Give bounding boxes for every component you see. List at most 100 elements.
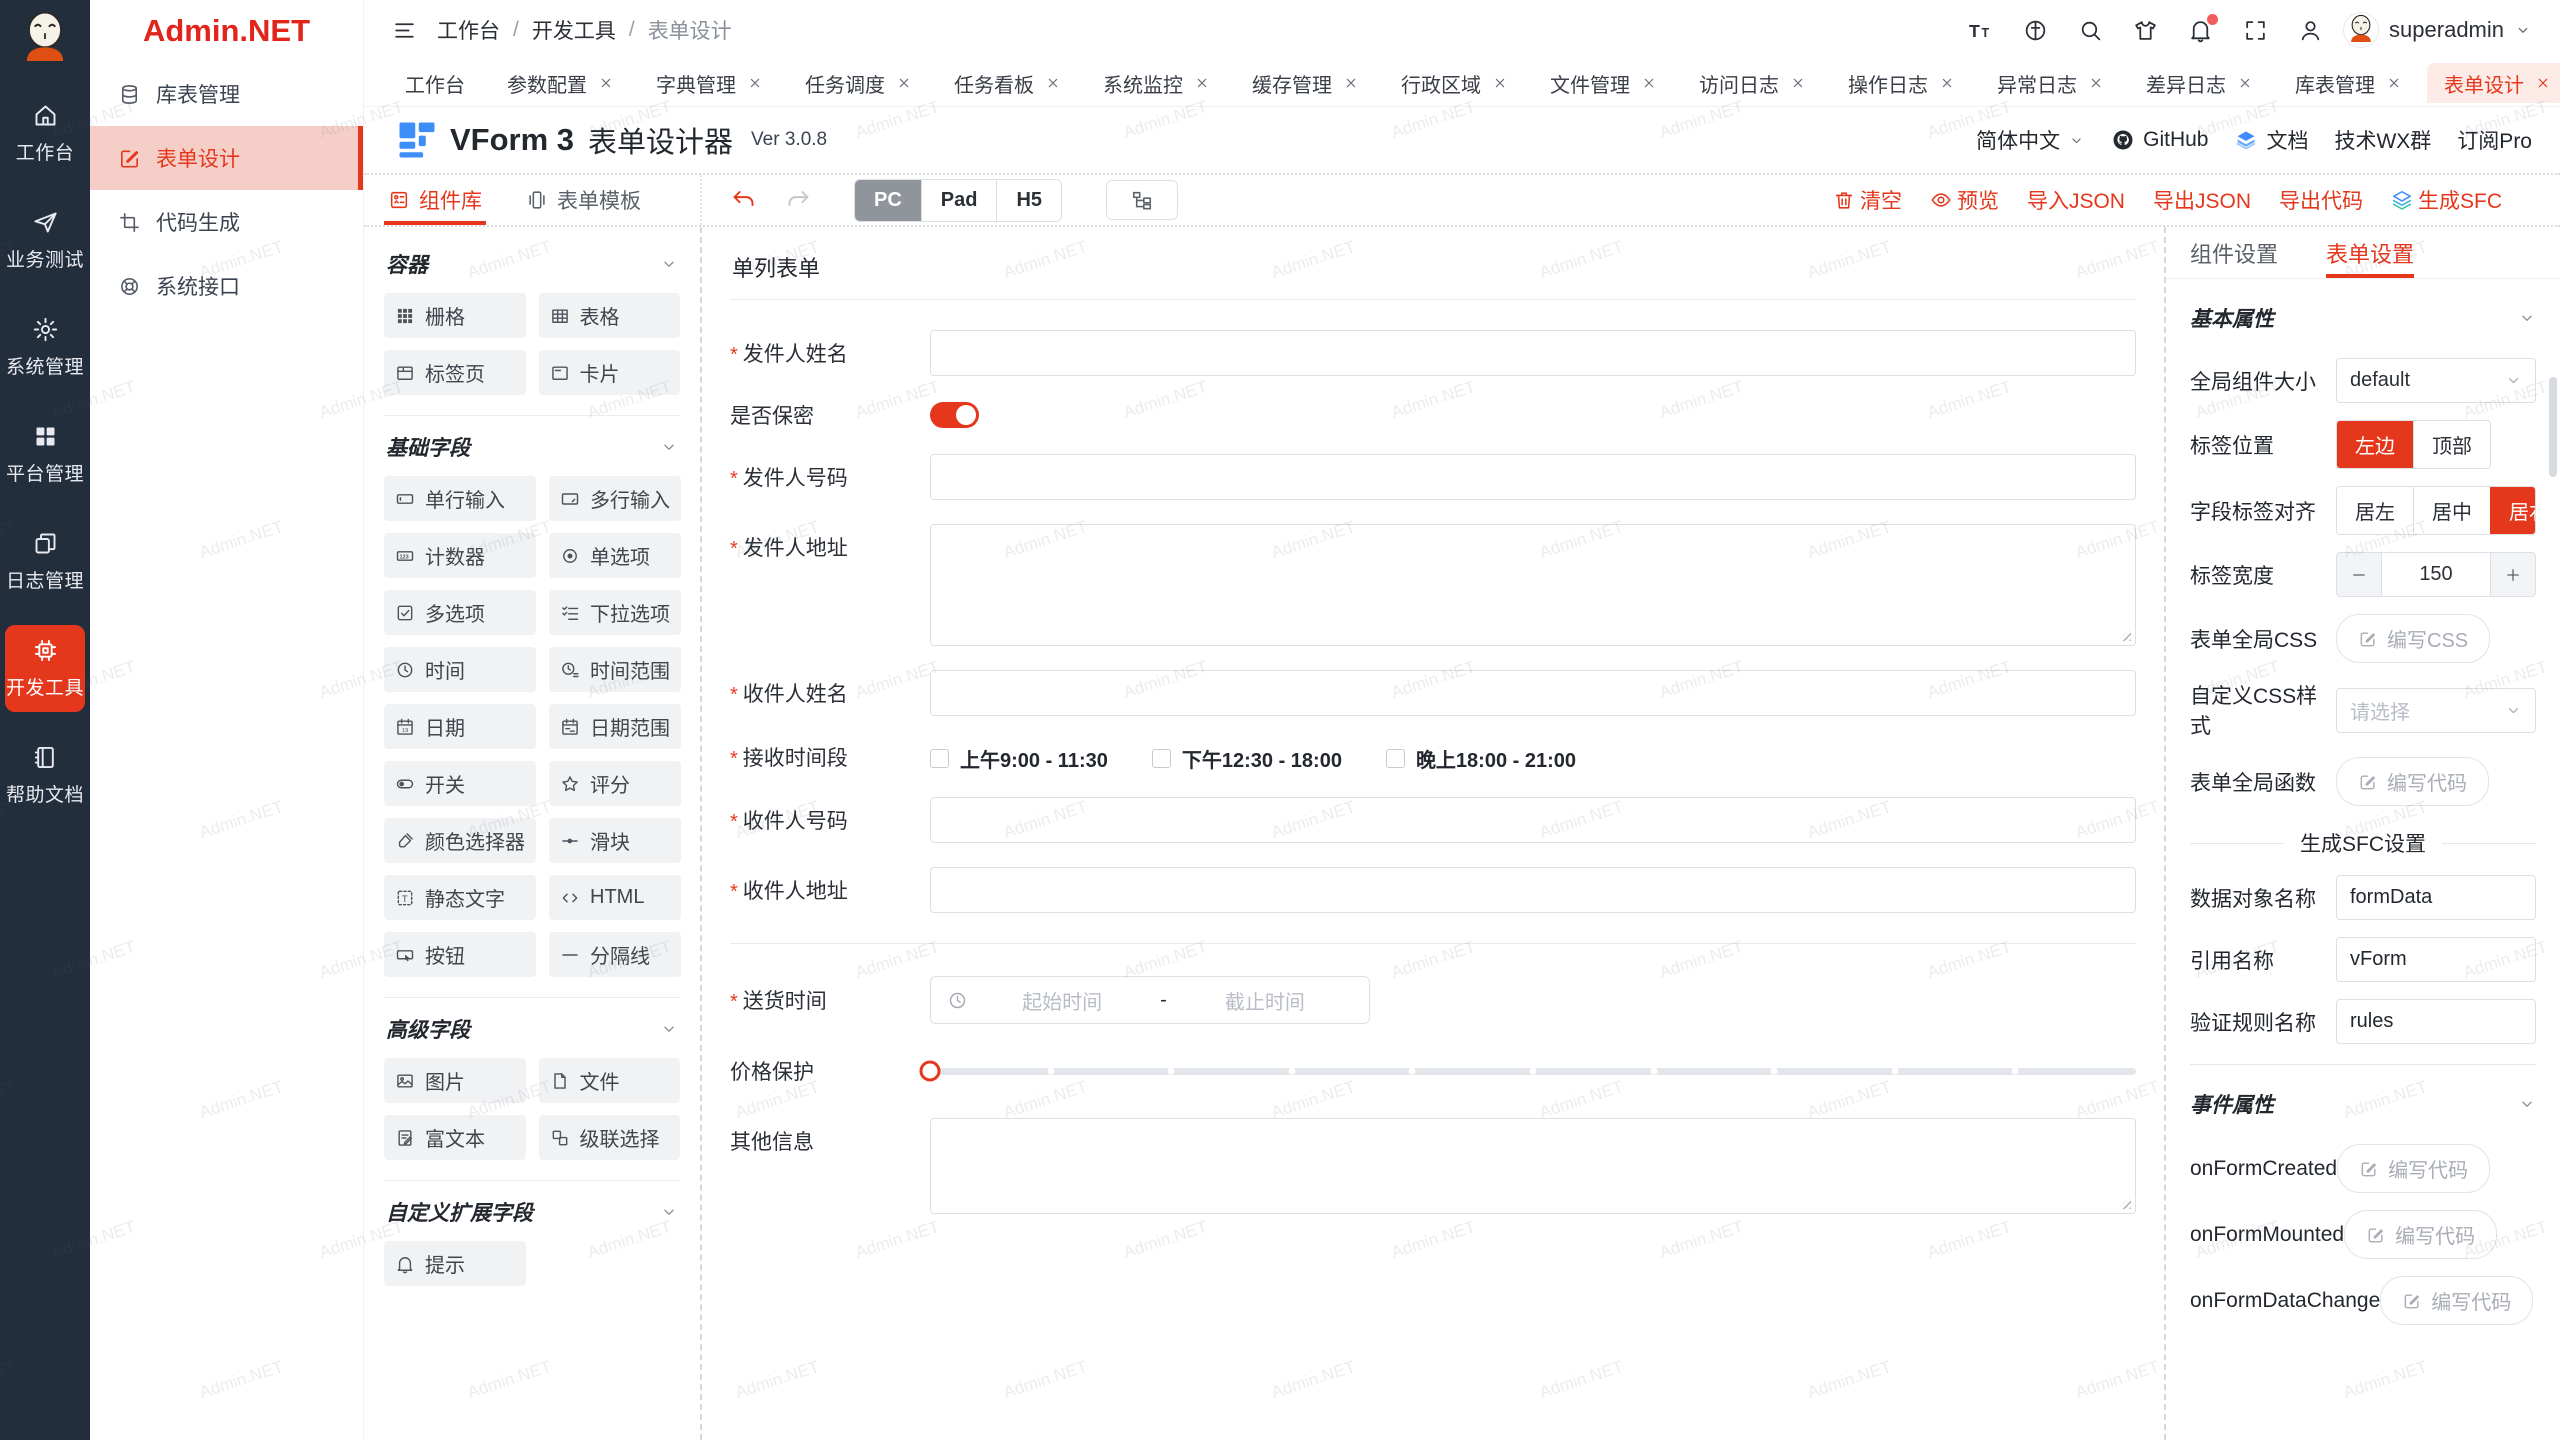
checkbox-morning[interactable]: 上午9:00 - 11:30 [930, 744, 1108, 773]
fullscreen-icon[interactable] [2243, 18, 2268, 43]
field-sender-addr[interactable]: *发件人地址 [730, 524, 2136, 646]
settings-scrollbar[interactable] [2549, 377, 2557, 477]
theme-icon[interactable] [2133, 18, 2158, 43]
section-event-props[interactable]: 事件属性 [2190, 1069, 2536, 1127]
sender-phone-input[interactable] [930, 454, 2136, 500]
receiver-addr-input[interactable] [930, 867, 2136, 913]
breadcrumb-item[interactable]: 工作台 [437, 15, 500, 45]
widget-文件[interactable]: 文件 [539, 1058, 681, 1103]
widget-HTML[interactable]: HTML [549, 875, 681, 920]
sfc-input[interactable]: vForm [2336, 937, 2536, 982]
widget-图片[interactable]: 图片 [384, 1058, 526, 1103]
settings-tab-widget[interactable]: 组件设置 [2190, 227, 2278, 278]
sidebar-item-code-gen[interactable]: 代码生成 [90, 190, 363, 254]
close-icon[interactable] [1045, 75, 1061, 91]
export-code-button[interactable]: 导出代码 [2279, 185, 2363, 215]
widget-表格[interactable]: 表格 [539, 293, 681, 338]
segment-option[interactable]: 居中 [2413, 487, 2490, 534]
slider-handle[interactable] [920, 1061, 941, 1082]
edit-code-button[interactable]: 编写代码 [2337, 1144, 2490, 1193]
close-icon[interactable] [1641, 75, 1657, 91]
page-tab[interactable]: 异常日志 [1980, 63, 2121, 103]
page-tab[interactable]: 表单设计 [2427, 63, 2560, 103]
widget-单行输入[interactable]: 单行输入 [384, 476, 536, 521]
rail-item-system-mgmt[interactable]: 系统管理 [5, 304, 85, 391]
edit-code-button[interactable]: 编写代码 [2336, 757, 2489, 806]
widget-多选项[interactable]: 多选项 [384, 590, 536, 635]
field-receiver-addr[interactable]: *收件人地址 [730, 867, 2136, 913]
field-secret[interactable]: 是否保密 [730, 400, 2136, 430]
breadcrumb-item[interactable]: 表单设计 [648, 15, 732, 45]
checkbox-evening[interactable]: 晚上18:00 - 21:00 [1386, 744, 1576, 773]
wx-group-link[interactable]: 技术WX群 [2334, 125, 2431, 155]
device-h5-button[interactable]: H5 [996, 180, 1061, 221]
decrease-button[interactable] [2337, 553, 2381, 596]
close-icon[interactable] [1343, 75, 1359, 91]
close-icon[interactable] [2535, 75, 2551, 91]
page-tab[interactable]: 缓存管理 [1235, 63, 1376, 103]
field-receiver-name[interactable]: *收件人姓名 [730, 670, 2136, 716]
widget-提示[interactable]: 提示 [384, 1241, 526, 1286]
app-logo[interactable] [14, 8, 76, 70]
language-icon[interactable] [2023, 18, 2048, 43]
page-tab[interactable]: 任务调度 [788, 63, 929, 103]
widget-标签页[interactable]: 标签页 [384, 350, 526, 395]
field-sender-phone[interactable]: *发件人号码 [730, 454, 2136, 500]
breadcrumb-item[interactable]: 开发工具 [532, 15, 616, 45]
checkbox-afternoon[interactable]: 下午12:30 - 18:00 [1152, 744, 1342, 773]
sender-addr-textarea[interactable] [930, 524, 2136, 646]
widget-分隔线[interactable]: 分隔线 [549, 932, 681, 977]
palette-section-header[interactable]: 自定义扩展字段 [384, 1181, 680, 1241]
page-tab[interactable]: 任务看板 [937, 63, 1078, 103]
widget-颜色选择器[interactable]: 颜色选择器 [384, 818, 536, 863]
close-icon[interactable] [1790, 75, 1806, 91]
field-sender-name[interactable]: *发件人姓名 [730, 330, 2136, 376]
delivery-time-range-picker[interactable]: 起始时间 - 截止时间 [930, 976, 1370, 1024]
palette-tab-templates[interactable]: 表单模板 [526, 175, 641, 225]
custom-css-select[interactable]: 请选择 [2336, 688, 2536, 733]
close-icon[interactable] [2237, 75, 2253, 91]
docs-link[interactable]: 文档 [2234, 125, 2308, 155]
rail-item-log-mgmt[interactable]: 日志管理 [5, 518, 85, 605]
device-pad-button[interactable]: Pad [921, 180, 997, 221]
node-tree-button[interactable] [1106, 180, 1178, 220]
palette-section-header[interactable]: 高级字段 [384, 998, 680, 1058]
sidebar-item-db-table[interactable]: 库表管理 [90, 62, 363, 126]
slider-track[interactable] [930, 1068, 2136, 1075]
close-icon[interactable] [2088, 75, 2104, 91]
widget-按钮[interactable]: 按钮 [384, 932, 536, 977]
rail-item-biz-test[interactable]: 业务测试 [5, 197, 85, 284]
rail-item-dev-tools[interactable]: 开发工具 [5, 625, 85, 712]
page-tab[interactable]: 文件管理 [1533, 63, 1674, 103]
widget-卡片[interactable]: 卡片 [539, 350, 681, 395]
label-width-value[interactable]: 150 [2381, 553, 2491, 596]
global-size-select[interactable]: default [2336, 358, 2536, 403]
receiver-name-input[interactable] [930, 670, 2136, 716]
widget-单选项[interactable]: 单选项 [549, 533, 681, 578]
search-icon[interactable] [2078, 18, 2103, 43]
sfc-input[interactable]: formData [2336, 875, 2536, 920]
widget-时间[interactable]: 时间 [384, 647, 536, 692]
field-other-info[interactable]: 其他信息 [730, 1118, 2136, 1214]
import-json-button[interactable]: 导入JSON [2027, 185, 2125, 215]
preview-button[interactable]: 预览 [1930, 185, 1999, 215]
segment-option[interactable]: 顶部 [2413, 421, 2490, 468]
github-link[interactable]: GitHub [2111, 128, 2208, 152]
widget-日期范围[interactable]: 日期范围 [549, 704, 681, 749]
field-price-protect[interactable]: 价格保护 [730, 1048, 2136, 1094]
section-basic-props[interactable]: 基本属性 [2190, 283, 2536, 341]
design-canvas[interactable]: 单列表单 *发件人姓名 是否保密 *发件人号码 *发件人地址 [700, 227, 2166, 1440]
undo-icon[interactable] [730, 187, 757, 214]
generate-sfc-button[interactable]: 生成SFC [2391, 185, 2502, 215]
user-menu[interactable]: superadmin [2343, 12, 2532, 48]
widget-评分[interactable]: 评分 [549, 761, 681, 806]
widget-计数器[interactable]: 123 计数器 [384, 533, 536, 578]
edit-css-button[interactable]: 编写CSS [2336, 614, 2490, 663]
close-icon[interactable] [1492, 75, 1508, 91]
page-tab[interactable]: 操作日志 [1831, 63, 1972, 103]
page-tab[interactable]: 系统监控 [1086, 63, 1227, 103]
segment-option[interactable]: 左边 [2337, 421, 2413, 468]
palette-tab-widgets[interactable]: 组件库 [388, 175, 482, 225]
notifications-icon[interactable] [2188, 18, 2213, 43]
sender-name-input[interactable] [930, 330, 2136, 376]
